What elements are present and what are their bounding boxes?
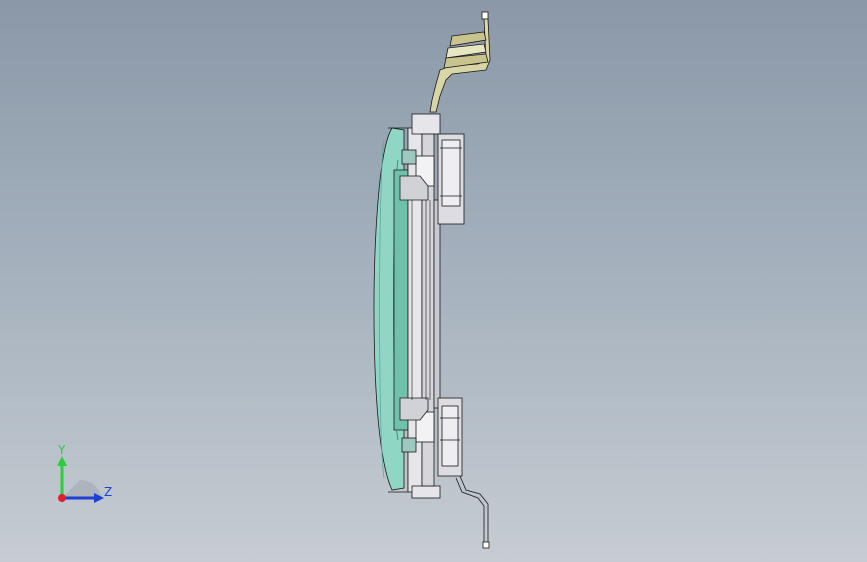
bottom-bracket[interactable]: [437, 397, 463, 477]
z-axis-label: Z: [104, 485, 112, 499]
y-axis-label: Y: [57, 443, 66, 457]
y-axis-arrow-icon: [57, 456, 67, 466]
top-flex-cable[interactable]: [429, 11, 491, 113]
graphics-viewport[interactable]: Y Z: [0, 0, 867, 562]
bottom-flex-cable[interactable]: [455, 475, 490, 549]
reference-triad[interactable]: Y Z: [40, 440, 120, 510]
cad-model-side-view[interactable]: [0, 0, 867, 562]
x-axis-dot-icon: [58, 494, 66, 502]
top-bracket[interactable]: [437, 133, 465, 225]
